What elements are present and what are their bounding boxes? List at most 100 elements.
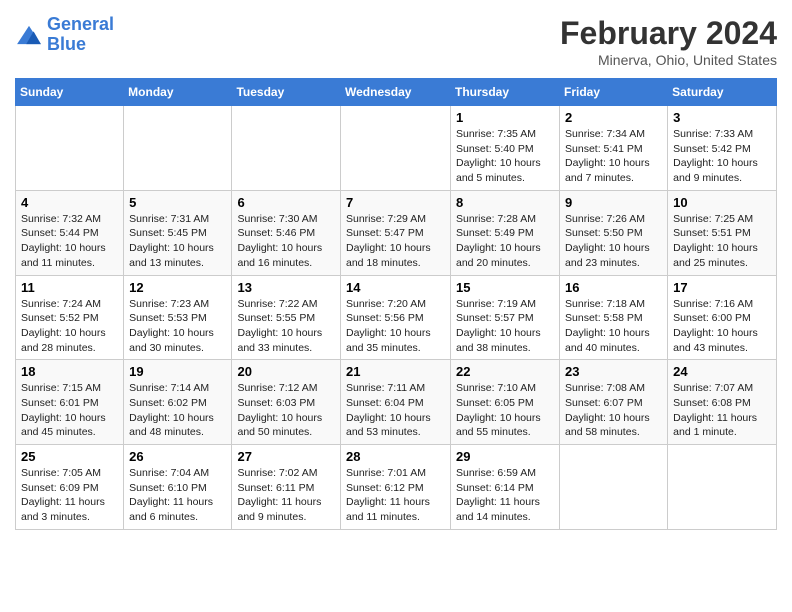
day-number: 29 [456, 449, 554, 464]
logo-line1: General [47, 14, 114, 34]
logo-line2: Blue [47, 34, 86, 54]
header: General Blue February 2024 Minerva, Ohio… [15, 15, 777, 68]
calendar-table: SundayMondayTuesdayWednesdayThursdayFrid… [15, 78, 777, 530]
day-info: Sunrise: 7:26 AM Sunset: 5:50 PM Dayligh… [565, 212, 662, 271]
day-cell: 18 Sunrise: 7:15 AM Sunset: 6:01 PM Dayli… [16, 360, 124, 445]
calendar-header: SundayMondayTuesdayWednesdayThursdayFrid… [16, 79, 777, 106]
day-cell: 7 Sunrise: 7:29 AM Sunset: 5:47 PM Daylig… [341, 190, 451, 275]
day-info: Sunrise: 7:31 AM Sunset: 5:45 PM Dayligh… [129, 212, 226, 271]
day-info: Sunrise: 7:29 AM Sunset: 5:47 PM Dayligh… [346, 212, 445, 271]
day-cell: 3 Sunrise: 7:33 AM Sunset: 5:42 PM Daylig… [668, 106, 777, 191]
day-number: 24 [673, 364, 771, 379]
day-number: 6 [237, 195, 335, 210]
week-row-2: 4 Sunrise: 7:32 AM Sunset: 5:44 PM Daylig… [16, 190, 777, 275]
day-cell: 29 Sunrise: 6:59 AM Sunset: 6:14 PM Dayli… [451, 445, 560, 530]
day-info: Sunrise: 7:07 AM Sunset: 6:08 PM Dayligh… [673, 381, 771, 440]
day-number: 20 [237, 364, 335, 379]
header-cell-thursday: Thursday [451, 79, 560, 106]
day-info: Sunrise: 7:32 AM Sunset: 5:44 PM Dayligh… [21, 212, 118, 271]
day-cell: 11Sunrise: 7:24 AM Sunset: 5:52 PM Dayli… [16, 275, 124, 360]
title-area: February 2024 Minerva, Ohio, United Stat… [560, 15, 777, 68]
day-cell: 17 Sunrise: 7:16 AM Sunset: 6:00 PM Dayli… [668, 275, 777, 360]
day-cell [124, 106, 232, 191]
day-cell: 19Sunrise: 7:14 AM Sunset: 6:02 PM Dayli… [124, 360, 232, 445]
day-cell: 2Sunrise: 7:34 AM Sunset: 5:41 PM Daylig… [560, 106, 668, 191]
day-number: 7 [346, 195, 445, 210]
day-cell: 26Sunrise: 7:04 AM Sunset: 6:10 PM Dayli… [124, 445, 232, 530]
day-cell: 28 Sunrise: 7:01 AM Sunset: 6:12 PM Dayli… [341, 445, 451, 530]
day-number: 9 [565, 195, 662, 210]
day-info: Sunrise: 7:18 AM Sunset: 5:58 PM Dayligh… [565, 297, 662, 356]
day-info: Sunrise: 7:08 AM Sunset: 6:07 PM Dayligh… [565, 381, 662, 440]
day-number: 10 [673, 195, 771, 210]
day-cell: 16 Sunrise: 7:18 AM Sunset: 5:58 PM Dayli… [560, 275, 668, 360]
day-cell: 24 Sunrise: 7:07 AM Sunset: 6:08 PM Dayli… [668, 360, 777, 445]
day-info: Sunrise: 7:35 AM Sunset: 5:40 PM Dayligh… [456, 127, 554, 186]
day-number: 25 [21, 449, 118, 464]
day-info: Sunrise: 7:30 AM Sunset: 5:46 PM Dayligh… [237, 212, 335, 271]
day-number: 26 [129, 449, 226, 464]
day-cell [341, 106, 451, 191]
day-number: 1 [456, 110, 554, 125]
day-cell: 15 Sunrise: 7:19 AM Sunset: 5:57 PM Dayli… [451, 275, 560, 360]
day-number: 12 [129, 280, 226, 295]
header-cell-sunday: Sunday [16, 79, 124, 106]
day-cell [560, 445, 668, 530]
logo-icon [15, 24, 43, 46]
day-info: Sunrise: 7:19 AM Sunset: 5:57 PM Dayligh… [456, 297, 554, 356]
day-cell: 12 Sunrise: 7:23 AM Sunset: 5:53 PM Dayli… [124, 275, 232, 360]
week-row-3: 11Sunrise: 7:24 AM Sunset: 5:52 PM Dayli… [16, 275, 777, 360]
day-number: 27 [237, 449, 335, 464]
day-info: Sunrise: 7:28 AM Sunset: 5:49 PM Dayligh… [456, 212, 554, 271]
day-info: Sunrise: 7:15 AM Sunset: 6:01 PM Dayligh… [21, 381, 118, 440]
day-number: 18 [21, 364, 118, 379]
day-number: 8 [456, 195, 554, 210]
day-number: 22 [456, 364, 554, 379]
day-number: 13 [237, 280, 335, 295]
day-info: Sunrise: 7:12 AM Sunset: 6:03 PM Dayligh… [237, 381, 335, 440]
day-cell: 1 Sunrise: 7:35 AM Sunset: 5:40 PM Daylig… [451, 106, 560, 191]
day-info: Sunrise: 7:10 AM Sunset: 6:05 PM Dayligh… [456, 381, 554, 440]
day-info: Sunrise: 7:20 AM Sunset: 5:56 PM Dayligh… [346, 297, 445, 356]
day-number: 3 [673, 110, 771, 125]
day-number: 21 [346, 364, 445, 379]
day-cell: 9 Sunrise: 7:26 AM Sunset: 5:50 PM Daylig… [560, 190, 668, 275]
day-info: Sunrise: 7:01 AM Sunset: 6:12 PM Dayligh… [346, 466, 445, 525]
day-number: 4 [21, 195, 118, 210]
day-number: 19 [129, 364, 226, 379]
day-info: Sunrise: 6:59 AM Sunset: 6:14 PM Dayligh… [456, 466, 554, 525]
day-cell [16, 106, 124, 191]
logo-text: General Blue [47, 15, 114, 55]
day-number: 16 [565, 280, 662, 295]
day-number: 17 [673, 280, 771, 295]
day-cell: 4 Sunrise: 7:32 AM Sunset: 5:44 PM Daylig… [16, 190, 124, 275]
header-cell-friday: Friday [560, 79, 668, 106]
day-cell: 6 Sunrise: 7:30 AM Sunset: 5:46 PM Daylig… [232, 190, 341, 275]
day-number: 14 [346, 280, 445, 295]
day-cell: 8 Sunrise: 7:28 AM Sunset: 5:49 PM Daylig… [451, 190, 560, 275]
day-number: 15 [456, 280, 554, 295]
week-row-5: 25Sunrise: 7:05 AM Sunset: 6:09 PM Dayli… [16, 445, 777, 530]
subtitle: Minerva, Ohio, United States [560, 52, 777, 68]
header-cell-saturday: Saturday [668, 79, 777, 106]
day-number: 28 [346, 449, 445, 464]
day-info: Sunrise: 7:22 AM Sunset: 5:55 PM Dayligh… [237, 297, 335, 356]
header-row: SundayMondayTuesdayWednesdayThursdayFrid… [16, 79, 777, 106]
day-number: 2 [565, 110, 662, 125]
day-info: Sunrise: 7:02 AM Sunset: 6:11 PM Dayligh… [237, 466, 335, 525]
day-info: Sunrise: 7:25 AM Sunset: 5:51 PM Dayligh… [673, 212, 771, 271]
day-info: Sunrise: 7:11 AM Sunset: 6:04 PM Dayligh… [346, 381, 445, 440]
day-info: Sunrise: 7:16 AM Sunset: 6:00 PM Dayligh… [673, 297, 771, 356]
calendar-body: 1 Sunrise: 7:35 AM Sunset: 5:40 PM Daylig… [16, 106, 777, 530]
day-info: Sunrise: 7:24 AM Sunset: 5:52 PM Dayligh… [21, 297, 118, 356]
day-info: Sunrise: 7:23 AM Sunset: 5:53 PM Dayligh… [129, 297, 226, 356]
main-title: February 2024 [560, 15, 777, 52]
day-cell: 10 Sunrise: 7:25 AM Sunset: 5:51 PM Dayli… [668, 190, 777, 275]
day-cell: 21 Sunrise: 7:11 AM Sunset: 6:04 PM Dayli… [341, 360, 451, 445]
day-info: Sunrise: 7:33 AM Sunset: 5:42 PM Dayligh… [673, 127, 771, 186]
week-row-4: 18 Sunrise: 7:15 AM Sunset: 6:01 PM Dayli… [16, 360, 777, 445]
week-row-1: 1 Sunrise: 7:35 AM Sunset: 5:40 PM Daylig… [16, 106, 777, 191]
day-number: 23 [565, 364, 662, 379]
header-cell-monday: Monday [124, 79, 232, 106]
header-cell-wednesday: Wednesday [341, 79, 451, 106]
